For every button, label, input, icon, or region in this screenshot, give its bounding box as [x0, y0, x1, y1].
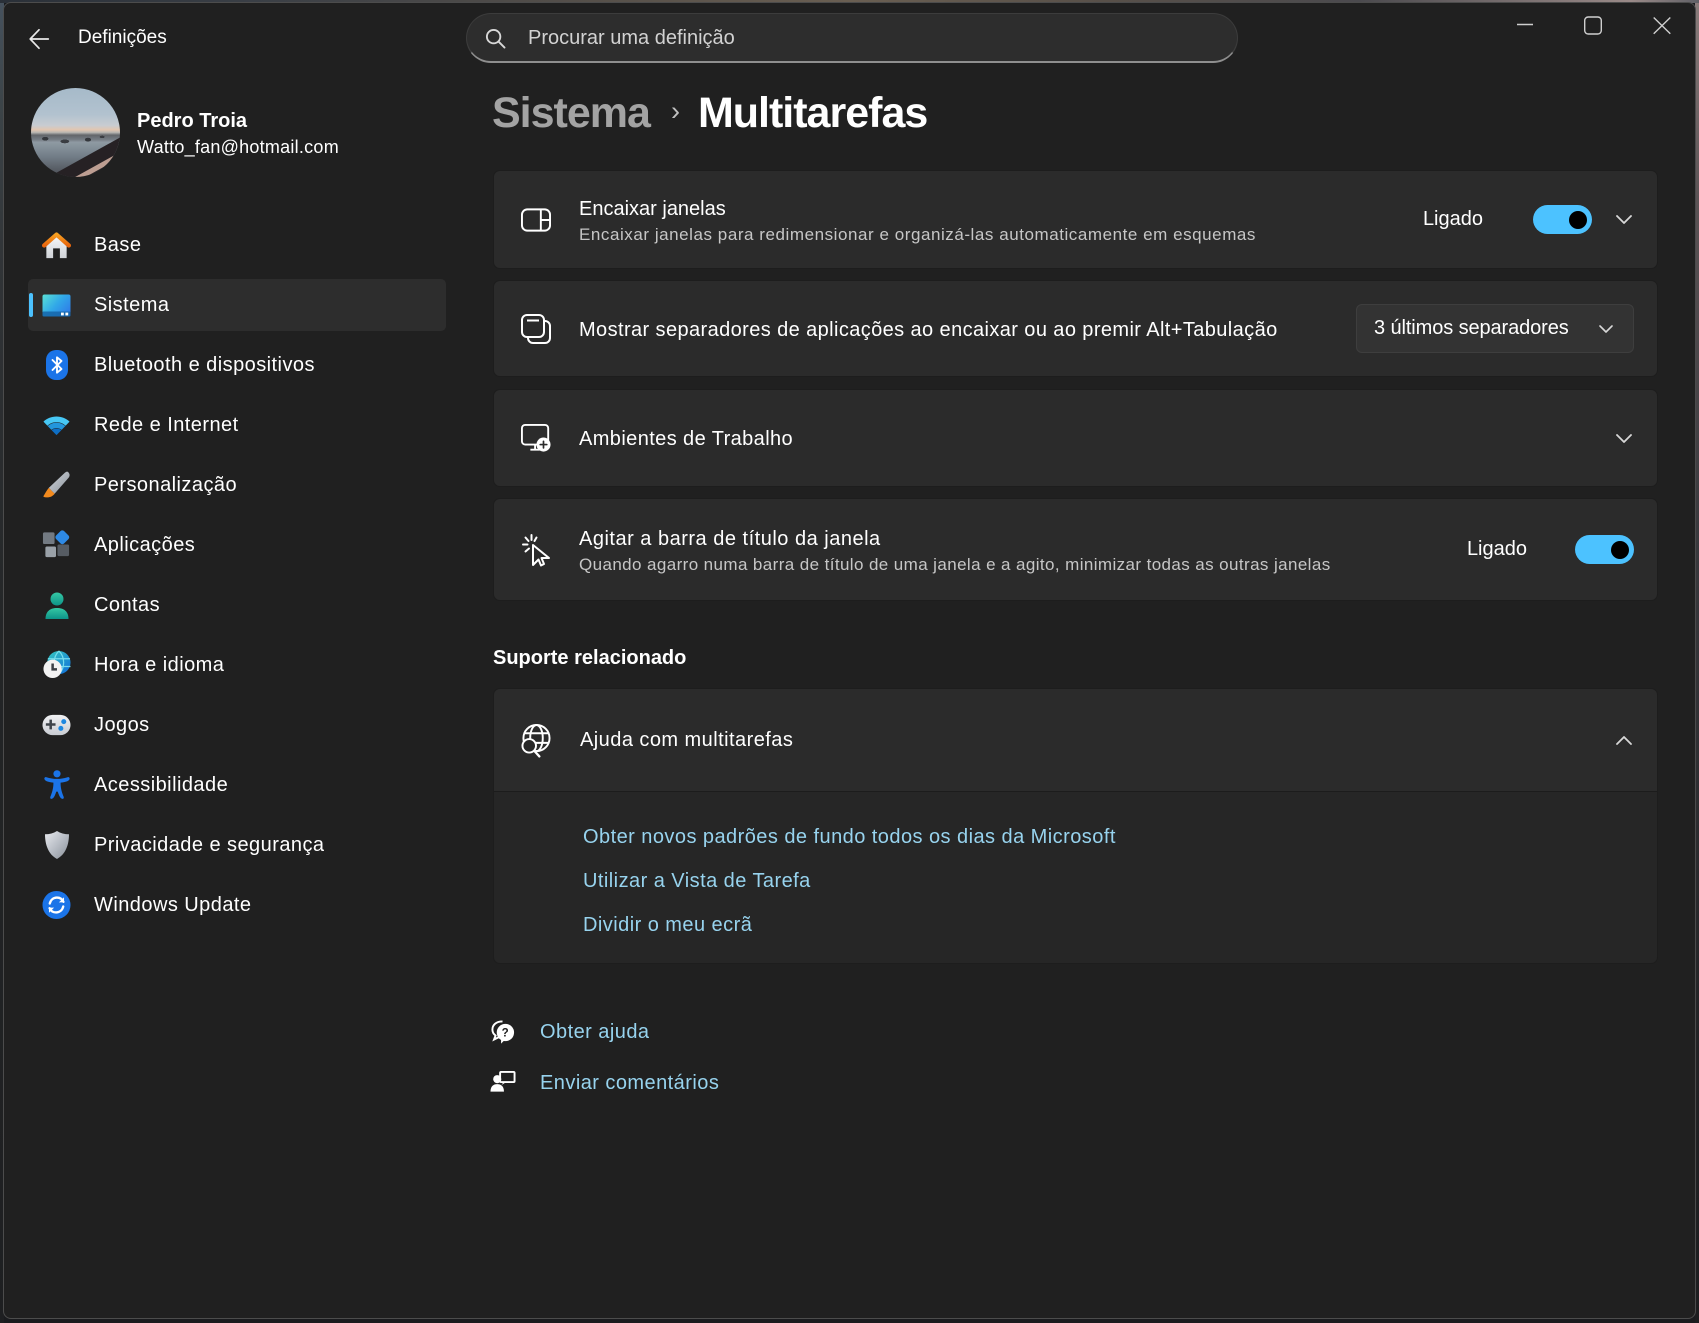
svg-text:?: ?	[502, 1027, 510, 1039]
